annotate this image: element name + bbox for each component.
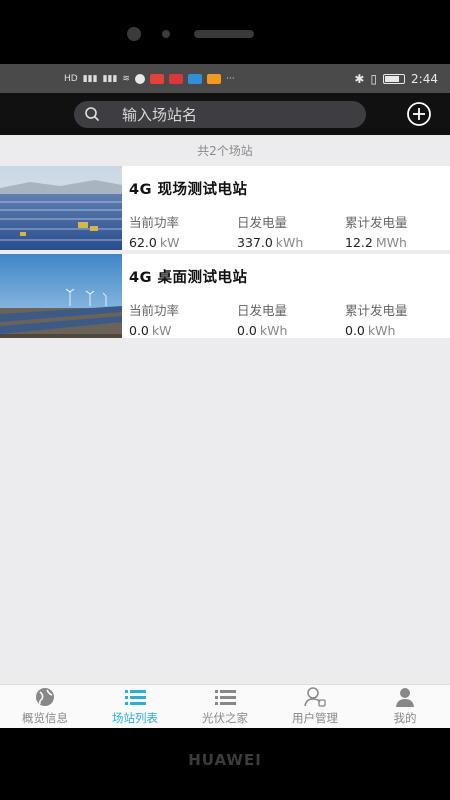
- metric-unit: kW: [151, 323, 172, 338]
- station-name: 4G 桌面测试电站: [129, 270, 248, 286]
- station-info: 4G 现场测试电站 当前功率 62.0 kW 日发电量 337.0 kWh 累计发电…: [122, 166, 450, 250]
- search-icon: [85, 107, 99, 121]
- metric-unit: MWh: [375, 235, 407, 250]
- metric-daily-energy: 日发电量 337.0 kWh: [237, 212, 345, 250]
- phone-bezel-top: [0, 0, 450, 64]
- metric-unit: kWh: [259, 323, 288, 338]
- station-name: 4G 现场测试电站: [129, 182, 248, 198]
- bluetooth-icon: ✱: [354, 71, 365, 86]
- battery-icon: [383, 73, 406, 84]
- metric-label: 当前功率: [129, 215, 180, 230]
- users-icon: [304, 687, 326, 707]
- metric-value-row: 337.0 kWh: [237, 235, 345, 250]
- tab-station-list[interactable]: 场站列表: [90, 685, 180, 728]
- metric-total-energy: 累计发电量 12.2 MWh: [345, 212, 450, 250]
- metric-value: 12.2: [345, 235, 373, 250]
- tab-label: 场站列表: [112, 711, 158, 725]
- metric-value: 0.0: [129, 323, 149, 338]
- metric-value-row: 12.2 MWh: [345, 235, 450, 250]
- tab-label: 光伏之家: [202, 711, 248, 725]
- person-icon: [396, 688, 414, 707]
- metric-value: 0.0: [237, 323, 257, 338]
- station-photo: [0, 166, 122, 250]
- status-left: HD ▮▮▮ ▮▮▮ ≋ ···: [64, 73, 235, 84]
- metric-value: 62.0: [129, 235, 157, 250]
- search-placeholder: 输入场站名: [122, 105, 198, 124]
- vibrate-icon: ▯: [370, 71, 378, 86]
- more-icon: ···: [225, 73, 235, 84]
- metric-unit: kWh: [367, 323, 396, 338]
- metric-unit: kWh: [275, 235, 304, 250]
- bottom-tab-bar: 概览信息 场站列表 光伏之家 用户管理 我的: [0, 684, 450, 728]
- metric-total-energy: 累计发电量 0.0 kWh: [345, 300, 450, 338]
- tab-mine[interactable]: 我的: [360, 685, 450, 728]
- proximity-sensor: [162, 30, 170, 38]
- list-icon: [215, 690, 236, 705]
- tab-label: 用户管理: [292, 711, 338, 725]
- globe-icon: [36, 688, 54, 706]
- signal-icon-2: ▮▮▮: [102, 73, 118, 84]
- tab-label: 我的: [393, 711, 417, 725]
- status-time: 2:44: [411, 71, 438, 86]
- app-notification-icon: [149, 73, 164, 84]
- metric-label: 累计发电量: [345, 303, 408, 318]
- metric-current-power: 当前功率 62.0 kW: [129, 212, 237, 250]
- tab-label: 概览信息: [22, 711, 68, 725]
- metric-label: 日发电量: [237, 215, 288, 230]
- metric-unit: kW: [159, 235, 180, 250]
- add-station-icon[interactable]: [406, 101, 432, 127]
- station-count: 共2个场站: [197, 143, 253, 158]
- metric-value-row: 0.0 kWh: [237, 323, 345, 338]
- app-notification-icon-3: [187, 73, 202, 84]
- hd-icon: HD: [64, 73, 78, 84]
- metric-value-row: 0.0 kW: [129, 323, 237, 338]
- metric-value-row: 0.0 kWh: [345, 323, 450, 338]
- metric-value-row: 62.0 kW: [129, 235, 237, 250]
- status-right: ✱ ▯ 2:44: [354, 72, 438, 86]
- earpiece-speaker: [194, 30, 254, 38]
- status-bar: HD ▮▮▮ ▮▮▮ ≋ ··· ✱ ▯ 2:44: [0, 64, 450, 93]
- list-icon: [125, 690, 146, 705]
- device-brand: HUAWEI: [188, 751, 262, 769]
- play-icon: [206, 73, 221, 84]
- app-header: 输入场站名: [0, 93, 450, 135]
- wifi-icon: ≋: [122, 73, 130, 84]
- metric-current-power: 当前功率 0.0 kW: [129, 300, 237, 338]
- station-metrics: 当前功率 0.0 kW 日发电量 0.0 kWh 累计发电量 0.0 kWh: [129, 300, 450, 338]
- screen: HD ▮▮▮ ▮▮▮ ≋ ··· ✱ ▯ 2:44 输入场站名 共2个场站 4G…: [0, 64, 450, 728]
- station-card[interactable]: 4G 现场测试电站 当前功率 62.0 kW 日发电量 337.0 kWh 累计发电…: [0, 166, 450, 250]
- tab-overview[interactable]: 概览信息: [0, 685, 90, 728]
- metric-value: 0.0: [345, 323, 365, 338]
- phone-bezel-bottom: HUAWEI: [0, 728, 450, 800]
- metric-label: 当前功率: [129, 303, 180, 318]
- tab-pv-home[interactable]: 光伏之家: [180, 685, 270, 728]
- metric-value: 337.0: [237, 235, 273, 250]
- station-info: 4G 桌面测试电站 当前功率 0.0 kW 日发电量 0.0 kWh 累计发电量 0…: [122, 254, 450, 338]
- app-notification-icon-2: [168, 73, 183, 84]
- shield-icon: [134, 73, 145, 84]
- signal-icon: ▮▮▮: [82, 73, 98, 84]
- metric-label: 日发电量: [237, 303, 288, 318]
- metric-label: 累计发电量: [345, 215, 408, 230]
- front-camera: [127, 27, 141, 41]
- search-input[interactable]: 输入场站名: [74, 100, 366, 128]
- metric-daily-energy: 日发电量 0.0 kWh: [237, 300, 345, 338]
- station-card[interactable]: 4G 桌面测试电站 当前功率 0.0 kW 日发电量 0.0 kWh 累计发电量 0…: [0, 254, 450, 338]
- station-photo: [0, 254, 122, 338]
- tab-user-management[interactable]: 用户管理: [270, 685, 360, 728]
- station-metrics: 当前功率 62.0 kW 日发电量 337.0 kWh 累计发电量 12.2 MWh: [129, 212, 450, 250]
